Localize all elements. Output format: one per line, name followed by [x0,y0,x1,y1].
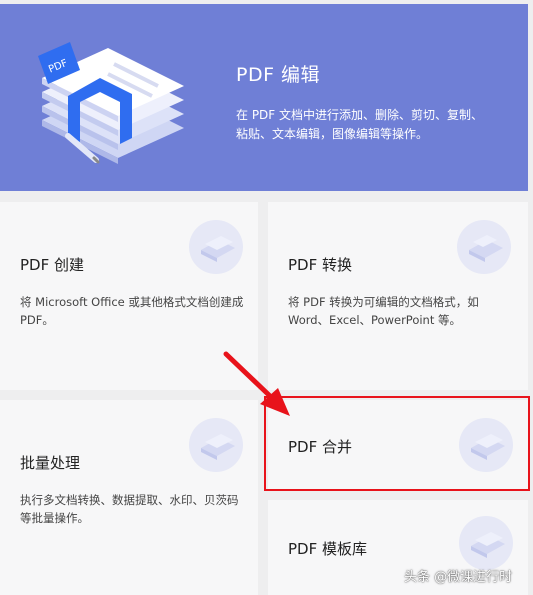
batch-process-card[interactable]: 批量处理 执行多文档转换、数据提取、水印、贝茨码等批量操作。 [0,400,258,595]
convert-doc-icon [457,220,511,274]
pdf-stack-illustration-icon: PDF [38,42,184,164]
pdf-edit-hero-card[interactable]: PDF PDF 编辑 在 PDF 文档中进行添加、删除、剪切、复制、粘贴、文本编… [0,4,528,191]
card-description: 将 PDF 转换为可编辑的文档格式，如 Word、Excel、PowerPoin… [288,295,479,327]
template-doc-icon [459,516,513,570]
card-description: 执行多文档转换、数据提取、水印、贝茨码等批量操作。 [20,493,239,525]
card-title: PDF 模板库 [288,540,367,558]
card-title: 批量处理 [20,454,81,472]
red-arrow-icon [223,351,290,416]
pdf-convert-card[interactable]: PDF 转换 将 PDF 转换为可编辑的文档格式，如 Word、Excel、Po… [268,202,528,390]
watermark-text: 头条 @微课进行时 [404,570,513,585]
card-description: 将 Microsoft Office 或其他格式文档创建成 PDF。 [20,295,244,327]
hero-title: PDF 编辑 [236,64,321,86]
create-doc-icon [189,220,243,274]
hero-description: 在 PDF 文档中进行添加、删除、剪切、复制、粘贴、文本编辑，图像编辑等操作。 [236,108,484,141]
card-title: PDF 创建 [20,256,84,274]
card-title: PDF 转换 [288,256,352,274]
batch-doc-icon [189,418,243,472]
merge-highlight-box [264,396,530,491]
